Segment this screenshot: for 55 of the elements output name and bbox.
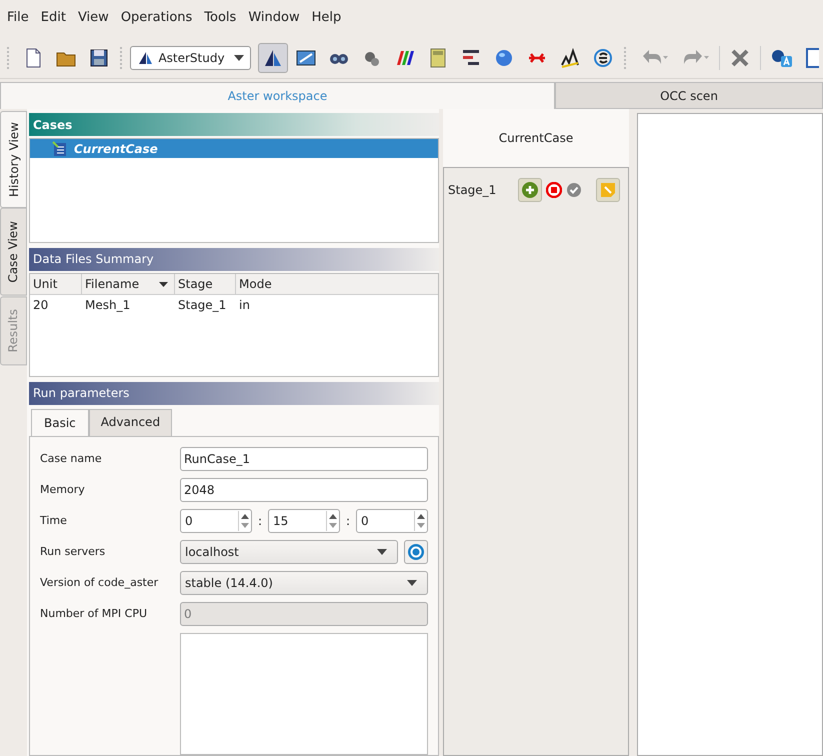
time-separator: :: [256, 514, 264, 528]
field-label: Version of code_aster: [40, 574, 160, 591]
input-field[interactable]: 2048: [180, 478, 428, 502]
table-cell-text: in: [238, 297, 251, 314]
field-label: Number of MPI CPU: [40, 606, 148, 622]
tab[interactable]: Advanced: [88, 408, 172, 436]
table-cell-text: Stage_1: [177, 297, 228, 314]
caret-icon: [407, 580, 417, 586]
caret-icon: [377, 548, 387, 555]
stage-label[interactable]: Stage_1: [448, 183, 514, 197]
workspace-tab[interactable]: OCC scen: [555, 82, 823, 109]
panel-header: Cases: [29, 113, 439, 136]
case-item[interactable]: CurrentCase: [30, 139, 438, 158]
menu-item[interactable]: View: [72, 10, 114, 32]
input-field: 0: [180, 602, 428, 626]
menu-item[interactable]: Help: [306, 10, 346, 32]
dropdown[interactable]: localhost: [180, 540, 398, 564]
menu-item[interactable]: File: [2, 10, 34, 32]
input-field[interactable]: RunCase_1: [180, 446, 428, 471]
side-tab[interactable]: History View: [0, 111, 27, 208]
module-selector[interactable]: AsterStudy: [130, 46, 252, 70]
column-header[interactable]: Filename: [82, 274, 175, 294]
dropdown[interactable]: stable (14.4.0): [180, 570, 428, 595]
menu-item[interactable]: Edit: [36, 10, 71, 32]
panel-header: Run parameters: [29, 382, 439, 405]
field-label: Run servers: [40, 544, 106, 560]
case-title: CurrentCase: [498, 130, 574, 147]
sort-caret-icon: [159, 282, 168, 286]
menu-item[interactable]: Window: [243, 10, 305, 32]
module-logo-icon[interactable]: [258, 43, 288, 73]
module-logo-icon: [137, 50, 154, 66]
spin-box[interactable]: 0: [180, 508, 252, 533]
menu-item[interactable]: Operations: [116, 10, 198, 32]
spin-box[interactable]: 0: [356, 508, 428, 533]
caret-icon: [234, 55, 244, 61]
case-icon: [52, 140, 68, 157]
check-icon: [566, 182, 582, 198]
spin-box[interactable]: 15: [268, 508, 340, 533]
refresh-button[interactable]: [404, 540, 428, 564]
column-header[interactable]: Stage: [175, 274, 236, 294]
tab[interactable]: Basic: [31, 408, 89, 436]
time-separator: :: [344, 514, 352, 528]
table-cell-text: 20: [32, 297, 50, 314]
menu-item[interactable]: Tools: [199, 10, 242, 32]
side-tab[interactable]: Case View: [0, 208, 27, 296]
column-header[interactable]: Unit: [30, 274, 82, 294]
field-label: Memory: [40, 482, 86, 498]
add-button[interactable]: [518, 178, 542, 202]
table-cell-text: Mesh_1: [84, 297, 132, 314]
sticky-note-icon: [600, 182, 616, 198]
stop-icon: [546, 182, 562, 198]
field-label: Time: [40, 512, 68, 529]
column-header[interactable]: Mode: [236, 274, 438, 294]
panel-header: Data Files Summary: [29, 248, 439, 271]
field-label: Case name: [40, 450, 103, 467]
